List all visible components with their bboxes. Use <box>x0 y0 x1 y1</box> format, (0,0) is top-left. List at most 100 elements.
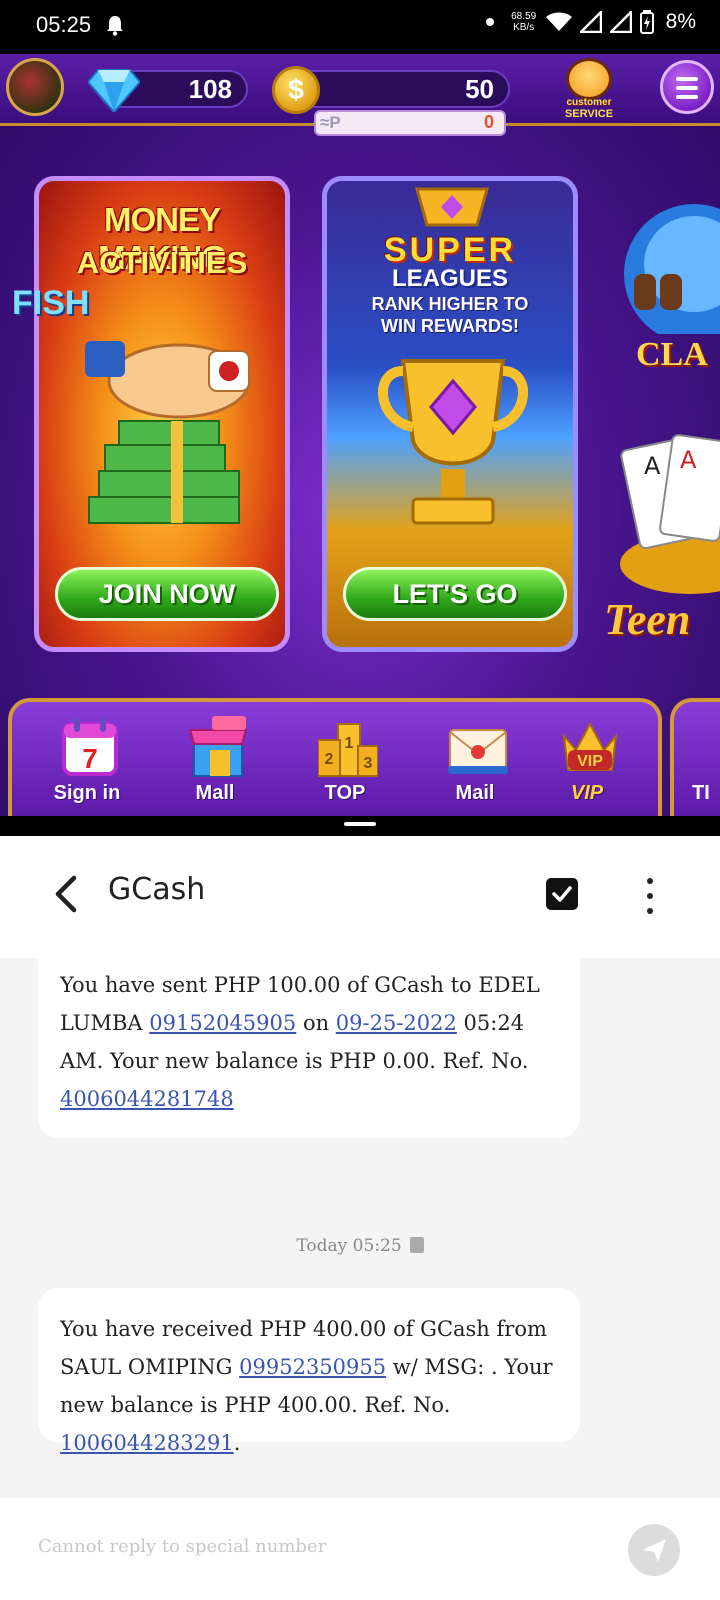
gem-count: 108 <box>188 74 232 104</box>
nav-top-label: TOP <box>324 782 366 804</box>
more-dot <box>647 878 653 884</box>
handshake-money-icon <box>85 341 251 524</box>
diamond-icon <box>88 69 140 112</box>
sim-card-icon <box>409 1237 424 1253</box>
notification-dot-icon <box>485 18 494 26</box>
battery-icon <box>639 10 654 34</box>
conversation-title: GCash <box>108 872 206 907</box>
svg-text:3: 3 <box>364 755 373 772</box>
timestamp-text: Today 05:25 <box>296 1236 402 1256</box>
points-bar: ≈P 0 <box>314 110 506 136</box>
svg-text:A: A <box>644 452 661 480</box>
playing-cards-icon: A A <box>620 434 720 594</box>
coin-icon: $ <box>272 66 320 114</box>
more-options-icon[interactable] <box>640 876 660 916</box>
select-checkbox-icon[interactable] <box>546 878 578 910</box>
nav-mall[interactable]: Mall <box>170 716 260 812</box>
nav-vip-label: VIP <box>570 782 604 804</box>
fish-game-title-2: FISH <box>12 284 90 322</box>
menu-line <box>676 95 698 99</box>
fish-character-icon <box>624 204 720 334</box>
composer-placeholder: Cannot reply to special number <box>38 1536 327 1557</box>
super-leagues-card[interactable]: SUPER LEAGUES RANK HIGHER TO WIN REWARDS… <box>322 176 578 652</box>
split-screen-divider[interactable] <box>0 816 720 836</box>
nav-next-item-partial[interactable]: TI <box>670 698 720 816</box>
hamburger-menu-button[interactable] <box>660 60 714 114</box>
podium-icon: 1 2 3 <box>318 723 378 777</box>
status-time: 05:25 <box>36 12 92 37</box>
date-link[interactable]: 09-25-2022 <box>336 1011 457 1035</box>
nav-mail[interactable]: Mail <box>430 716 520 812</box>
message-timestamp: Today 05:25 <box>0 1236 720 1256</box>
signal-icon <box>579 11 602 33</box>
crown-icon: VIP <box>562 721 618 771</box>
message-bubble[interactable]: You have sent PHP 100.00 of GCash to EDE… <box>38 944 580 1138</box>
points-value: 0 <box>483 112 494 132</box>
nav-vip[interactable]: VIP VIP <box>542 716 632 812</box>
status-right: 68.59 KB/s 8% <box>485 10 696 34</box>
menu-line <box>676 77 698 81</box>
message-text: . <box>233 1431 241 1455</box>
points-icon: ≈P <box>320 113 341 132</box>
reference-number-link[interactable]: 4006044281748 <box>60 1087 234 1111</box>
trophy-icon <box>378 359 528 525</box>
customer-service-icon <box>566 58 612 100</box>
phone-number-link[interactable]: 09952350955 <box>239 1355 386 1379</box>
envelope-icon <box>448 729 508 774</box>
message-bubble[interactable]: You have received PHP 400.00 of GCash fr… <box>38 1288 580 1455</box>
leagues-card-subtitle: RANK HIGHER TO WIN REWARDS! <box>371 294 529 336</box>
send-button[interactable] <box>628 1524 680 1576</box>
messages-header: GCash <box>0 836 720 958</box>
status-bar: 05:25 68.59 KB/s 8% <box>0 0 720 54</box>
message-composer: Cannot reply to special number <box>0 1498 720 1600</box>
reference-number-link[interactable]: 1006044283291 <box>60 1431 234 1455</box>
send-icon <box>642 1539 666 1562</box>
nav-sign-in[interactable]: 7 Sign in <box>42 716 132 812</box>
money-making-card[interactable]: MONEY MAKING ACTIVITIES JOIN NOW <box>34 176 290 652</box>
message-text: on <box>296 1011 336 1035</box>
leagues-card-title-2: LEAGUES <box>391 265 508 292</box>
network-speed: 68.59 KB/s <box>510 11 538 33</box>
game-window: 108 50 $ ≈P 0 customer SERVICE MONEY MAK… <box>0 54 720 816</box>
customer-service-label-2: SERVICE <box>564 108 614 120</box>
lets-go-button[interactable]: LET'S GO <box>343 567 567 621</box>
menu-line <box>676 86 698 90</box>
money-card-title-2: ACTIVITIES <box>76 245 248 280</box>
svg-text:7: 7 <box>82 743 98 774</box>
game-top-bar: 108 50 $ ≈P 0 customer SERVICE <box>0 54 720 136</box>
signal-icon-2 <box>609 11 632 33</box>
shop-icon <box>188 716 248 777</box>
coin-count: 50 <box>465 74 494 104</box>
nav-mall-label: Mall <box>195 782 235 804</box>
conversation-area: You have sent PHP 100.00 of GCash to EDE… <box>0 944 720 1498</box>
checkmark-icon <box>552 886 572 902</box>
coin-counter: 50 <box>290 70 510 108</box>
player-avatar[interactable] <box>6 58 64 116</box>
divider-handle[interactable] <box>344 822 376 826</box>
battery-percent: 8% <box>665 10 696 33</box>
teen-patti-title: Teen <box>604 595 691 644</box>
phone-number-link[interactable]: 09152045905 <box>149 1011 296 1035</box>
nav-edge-label: TI <box>692 782 710 804</box>
network-speed-unit: KB/s <box>513 22 535 33</box>
customer-service-label-1: customer <box>566 97 612 108</box>
svg-text:VIP: VIP <box>577 753 603 770</box>
svg-text:A: A <box>680 446 697 474</box>
svg-text:1: 1 <box>345 735 354 752</box>
join-now-button[interactable]: JOIN NOW <box>55 567 279 621</box>
wifi-icon <box>545 12 572 31</box>
nav-sign-in-label: Sign in <box>53 782 121 804</box>
more-dot <box>647 893 653 899</box>
back-arrow-icon[interactable] <box>52 874 84 914</box>
customer-service-button[interactable]: customer SERVICE <box>556 54 622 120</box>
bell-icon <box>107 16 123 36</box>
small-trophy-icon <box>415 187 489 227</box>
more-dot <box>647 908 653 914</box>
network-speed-value: 68.59 <box>511 11 537 22</box>
svg-text:2: 2 <box>325 751 334 768</box>
game-bottom-nav: 7 Sign in Mall 1 2 3 TOP Mail VIP VIP <box>8 698 662 816</box>
nav-top[interactable]: 1 2 3 TOP <box>300 716 390 812</box>
calendar-icon: 7 <box>62 718 118 776</box>
nav-mail-label: Mail <box>455 782 495 804</box>
fish-game-title-1: CLA <box>636 336 708 373</box>
